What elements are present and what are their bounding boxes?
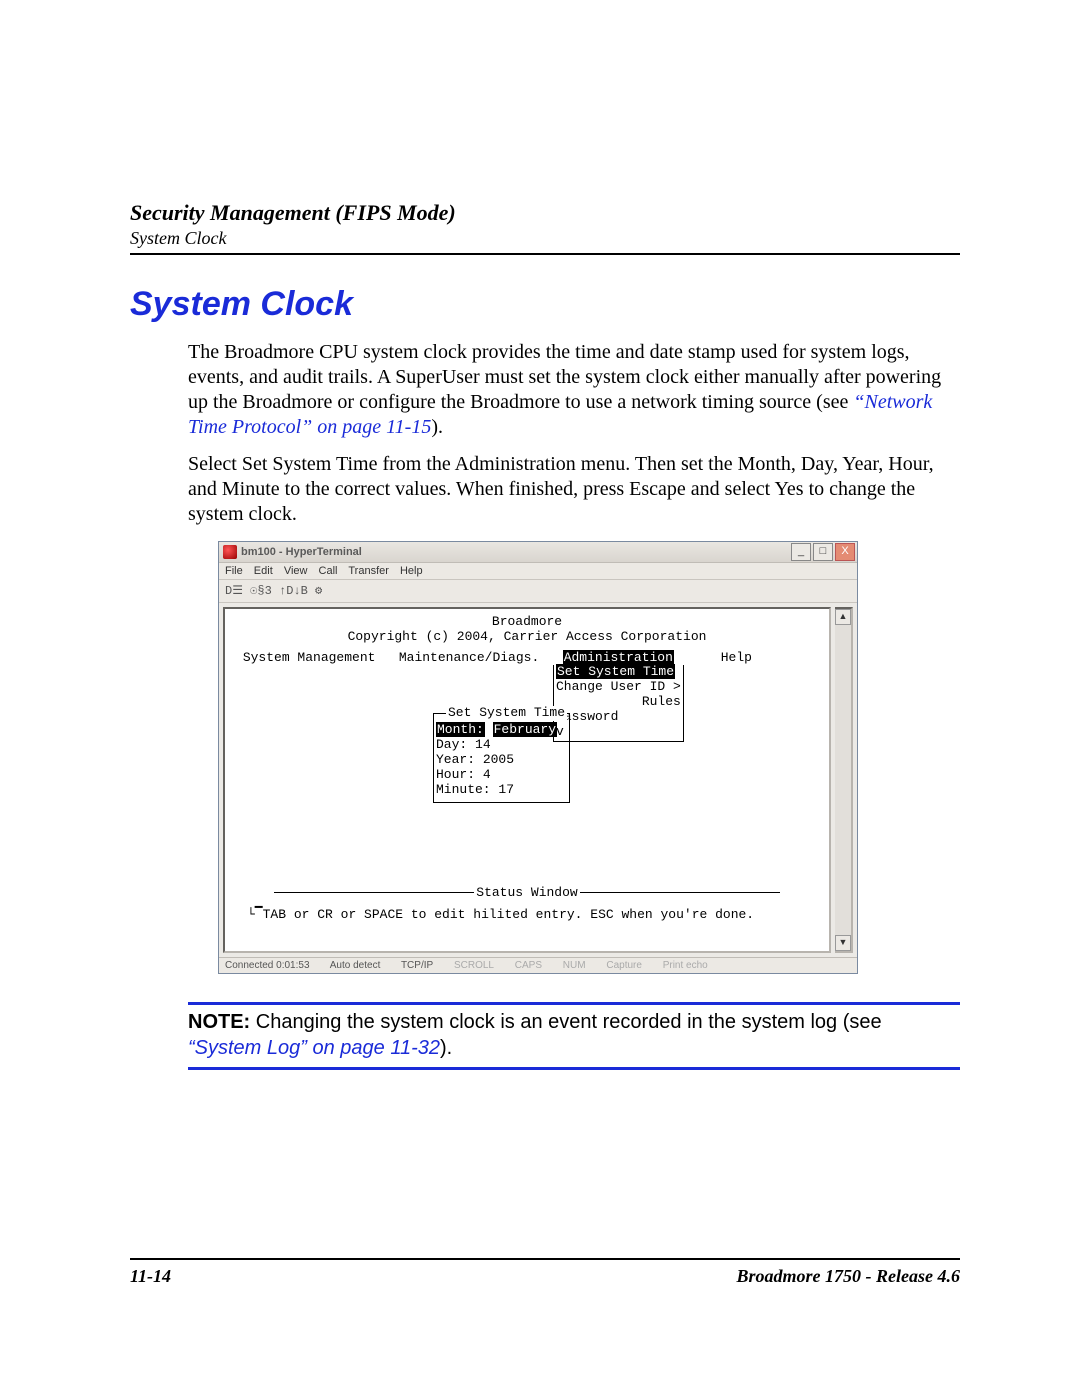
- app-icon: [223, 545, 237, 559]
- menu-file[interactable]: File: [225, 565, 243, 577]
- running-header: Security Management (FIPS Mode) System C…: [130, 200, 960, 255]
- footer-rule: [130, 1258, 960, 1260]
- month-value[interactable]: February: [493, 722, 557, 737]
- close-button[interactable]: X: [835, 543, 855, 561]
- toolbar[interactable]: D☰ ☉§3 ↑D↓B ⚙: [219, 580, 857, 603]
- menu-transfer[interactable]: Transfer: [348, 565, 389, 577]
- cross-ref-syslog[interactable]: “System Log” on page 11-32: [188, 1037, 440, 1059]
- minimize-button[interactable]: _: [791, 543, 811, 561]
- para1-text-a: The Broadmore CPU system clock provides …: [188, 341, 941, 413]
- term-copyright: Copyright (c) 2004, Carrier Access Corpo…: [235, 630, 819, 645]
- menu-edit[interactable]: Edit: [254, 565, 273, 577]
- terminal-pane[interactable]: Broadmore Copyright (c) 2004, Carrier Ac…: [223, 607, 831, 953]
- titlebar: bm100 - HyperTerminal _ □ X: [219, 542, 857, 563]
- doc-title: Broadmore 1750 - Release 4.6: [737, 1266, 960, 1287]
- menubar: File Edit View Call Transfer Help: [219, 563, 857, 580]
- month-label: Month:: [436, 722, 485, 737]
- client-area: Broadmore Copyright (c) 2004, Carrier Ac…: [219, 603, 857, 957]
- status-capture: Capture: [606, 960, 642, 971]
- dropdown-set-time[interactable]: Set System Time: [556, 664, 675, 679]
- menu-view[interactable]: View: [284, 565, 308, 577]
- note-label: NOTE:: [188, 1011, 250, 1033]
- header-subtitle: System Clock: [130, 228, 960, 249]
- status-num: NUM: [563, 960, 586, 971]
- status-echo: Print echo: [663, 960, 708, 971]
- statusbar: Connected 0:01:53 Auto detect TCP/IP SCR…: [219, 957, 857, 973]
- header-rule: [130, 253, 960, 255]
- term-menubar: System Management Maintenance/Diags. Adm…: [235, 651, 819, 666]
- section-heading: System Clock: [130, 285, 960, 324]
- year-value[interactable]: 2005: [483, 752, 514, 767]
- menu-help[interactable]: Help: [400, 565, 423, 577]
- header-title: Security Management (FIPS Mode): [130, 200, 960, 226]
- page-footer: 11-14 Broadmore 1750 - Release 4.6: [130, 1258, 960, 1287]
- minute-label: Minute:: [436, 782, 491, 797]
- status-proto: TCP/IP: [401, 960, 433, 971]
- status-scroll: SCROLL: [454, 960, 494, 971]
- dropdown-password[interactable]: Password: [556, 710, 681, 725]
- dropdown-rules[interactable]: Rules: [556, 695, 681, 710]
- day-label: Day:: [436, 737, 467, 752]
- term-menu-maint[interactable]: Maintenance/Diags.: [399, 650, 539, 665]
- window-controls: _ □ X: [791, 543, 855, 561]
- menu-call[interactable]: Call: [319, 565, 338, 577]
- dropdown-change-uid[interactable]: Change User ID >: [556, 680, 681, 695]
- year-label: Year:: [436, 752, 475, 767]
- term-menu-sysmgmt[interactable]: System Management: [243, 650, 376, 665]
- note-rule-bottom: [188, 1067, 960, 1070]
- embedded-screenshot: bm100 - HyperTerminal _ □ X File Edit Vi…: [218, 541, 858, 974]
- status-window-title: Status Window: [235, 886, 819, 901]
- note-body-1: Changing the system clock is an event re…: [250, 1011, 881, 1033]
- hour-label: Hour:: [436, 767, 475, 782]
- status-connected: Connected 0:01:53: [225, 960, 310, 971]
- maximize-button[interactable]: □: [813, 543, 833, 561]
- term-menu-admin[interactable]: Administration: [563, 650, 674, 665]
- document-page: Security Management (FIPS Mode) System C…: [0, 0, 1080, 1397]
- status-detect: Auto detect: [330, 960, 381, 971]
- set-time-title: Set System Time: [446, 706, 567, 721]
- minute-value[interactable]: 17: [498, 782, 514, 797]
- scroll-down-icon[interactable]: ▼: [835, 935, 851, 951]
- dropdown-v[interactable]: v: [556, 725, 681, 740]
- window-title: bm100 - HyperTerminal: [241, 546, 791, 558]
- paragraph-1: The Broadmore CPU system clock provides …: [188, 340, 960, 440]
- scrollbar[interactable]: ▲ ▼: [835, 607, 853, 953]
- status-message: └▔TAB or CR or SPACE to edit hilited ent…: [247, 908, 754, 923]
- paragraph-2: Select Set System Time from the Administ…: [188, 452, 960, 527]
- day-value[interactable]: 14: [475, 737, 491, 752]
- admin-dropdown: Set System Time Change User ID > Rules P…: [553, 665, 684, 742]
- page-number: 11-14: [130, 1266, 171, 1287]
- note-text: NOTE: Changing the system clock is an ev…: [188, 1009, 960, 1061]
- para1-text-b: ).: [431, 416, 443, 438]
- set-time-dialog: Set System Time Month: February Day: 14 …: [433, 713, 570, 803]
- scroll-up-icon[interactable]: ▲: [835, 609, 851, 625]
- note-block: NOTE: Changing the system clock is an ev…: [188, 1002, 960, 1070]
- status-caps: CAPS: [515, 960, 542, 971]
- term-app-name: Broadmore: [235, 615, 819, 630]
- hyperterminal-window: bm100 - HyperTerminal _ □ X File Edit Vi…: [218, 541, 858, 974]
- term-menu-help[interactable]: Help: [721, 650, 752, 665]
- note-rule-top: [188, 1002, 960, 1005]
- hour-value[interactable]: 4: [483, 767, 491, 782]
- note-body-2: ).: [440, 1037, 452, 1059]
